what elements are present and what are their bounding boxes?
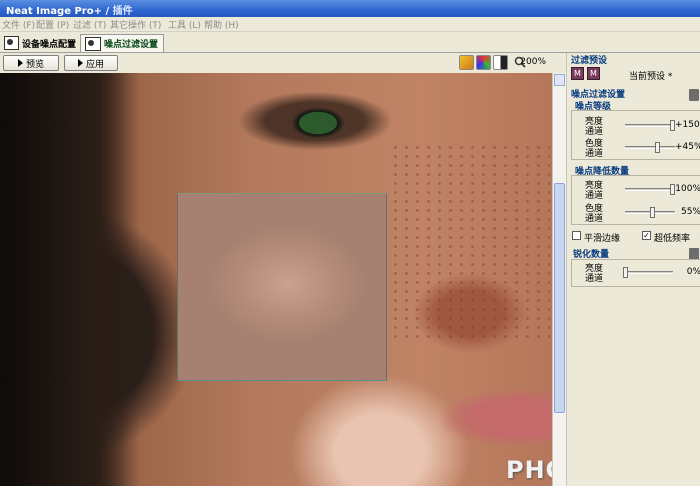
chroma-label: 色度 通道 <box>583 204 605 224</box>
menu-config[interactable]: 配置 (P) <box>36 18 69 31</box>
sharpen-luma-slider[interactable] <box>623 271 673 274</box>
tab-label: 噪点过滤设置 <box>104 40 159 50</box>
settings-panel: 过滤预设 M M 当前预设 * 噪点过滤设置 噪点等级 亮度 通道 +150% … <box>566 53 700 486</box>
noise-level-chroma-value: +45% <box>675 142 700 152</box>
tab-strip: 设备噪点配置 噪点过滤设置 <box>0 32 700 53</box>
trash-icon[interactable] <box>689 89 699 101</box>
luma-label: 亮度 通道 <box>583 181 605 201</box>
window-title: Neat Image Pro+ / 插件 <box>6 2 133 17</box>
filter-preset-title: 过滤预设 <box>571 56 608 66</box>
app-name: Neat Image Pro+ / <box>6 6 113 17</box>
camera-icon <box>4 36 19 50</box>
tab-device-noise-profile[interactable]: 设备噪点配置 <box>0 34 80 52</box>
filter-icon <box>85 36 101 51</box>
menu-other[interactable]: 其它操作 (T) <box>110 18 161 31</box>
tab-noise-filter-settings[interactable]: 噪点过滤设置 <box>80 34 164 52</box>
load-preset-icon[interactable]: M <box>571 67 584 80</box>
contrast-icon[interactable] <box>493 55 508 70</box>
ultra-low-freq-checkbox[interactable]: ✓ <box>642 231 651 240</box>
label-top: 色度 <box>584 204 603 214</box>
slider-thumb[interactable] <box>649 207 655 218</box>
scroll-thumb[interactable] <box>554 183 565 413</box>
noise-level-chroma-slider[interactable] <box>625 146 675 149</box>
window-title-suffix: 插件 <box>112 6 133 17</box>
apply-label: 应用 <box>85 59 104 70</box>
label-bottom: 通道 <box>584 191 603 201</box>
color-mode-icon[interactable] <box>476 55 491 70</box>
label-top: 亮度 <box>584 181 603 191</box>
label-top: 亮度 <box>584 264 603 274</box>
preview-button[interactable]: 预览 <box>3 55 59 71</box>
luma-label: 亮度 通道 <box>583 117 605 137</box>
menu-help[interactable]: 帮助 (H) <box>204 18 239 31</box>
scroll-up-arrow[interactable] <box>554 74 565 86</box>
smooth-edges-label: 平滑边缘 <box>584 234 621 244</box>
toolbar: 预览 应用 200% <box>0 53 552 73</box>
chroma-label: 色度 通道 <box>583 139 605 159</box>
title-bar: Neat Image Pro+ / 插件 <box>0 0 700 17</box>
noise-reduce-luma-slider[interactable] <box>625 188 675 191</box>
photo-freckles <box>390 143 550 343</box>
play-icon <box>77 59 83 67</box>
ultra-low-freq-label: 超低频率 <box>654 234 691 244</box>
noise-level-luma-slider[interactable] <box>625 124 675 127</box>
menu-tools[interactable]: 工具 (L) <box>168 18 201 31</box>
label-bottom: 通道 <box>584 214 603 224</box>
luma-label: 亮度 通道 <box>583 264 605 284</box>
noise-level-luma-value: +150% <box>675 120 700 130</box>
apply-button[interactable]: 应用 <box>64 55 118 71</box>
preview-label: 预览 <box>25 59 44 70</box>
label-bottom: 通道 <box>584 274 603 284</box>
label-top: 色度 <box>584 139 603 149</box>
noise-reduce-luma-value: 100% <box>675 184 700 194</box>
sharpen-luma-value: 0% <box>686 267 700 277</box>
play-icon <box>17 59 23 67</box>
pan-tool-icon[interactable] <box>459 55 474 70</box>
label-bottom: 通道 <box>584 127 603 137</box>
noise-reduce-chroma-value: 55% <box>680 207 700 217</box>
smooth-edges-checkbox[interactable] <box>572 231 581 240</box>
label-top: 亮度 <box>584 117 603 127</box>
menu-bar: 文件 (F) 配置 (P) 过滤 (T) 其它操作 (T) 工具 (L) 帮助 … <box>0 17 700 32</box>
menu-file[interactable]: 文件 (F) <box>2 18 35 31</box>
preset-value[interactable]: 当前预设 * <box>629 69 672 82</box>
save-preset-icon[interactable]: M <box>587 67 600 80</box>
vertical-scrollbar[interactable] <box>552 73 566 486</box>
menu-filter[interactable]: 过滤 (T) <box>73 18 106 31</box>
image-viewport[interactable]: PHOTOPS.COM <box>0 73 552 486</box>
preview-region[interactable] <box>177 193 387 381</box>
watermark: PHOTOPS.COM <box>506 456 552 484</box>
label-bottom: 通道 <box>584 149 603 159</box>
tab-label: 设备噪点配置 <box>21 39 76 50</box>
slider-thumb[interactable] <box>623 267 628 278</box>
zoom-level[interactable]: 200% <box>520 57 546 67</box>
slider-thumb[interactable] <box>654 142 660 153</box>
photo-hair <box>0 73 140 486</box>
